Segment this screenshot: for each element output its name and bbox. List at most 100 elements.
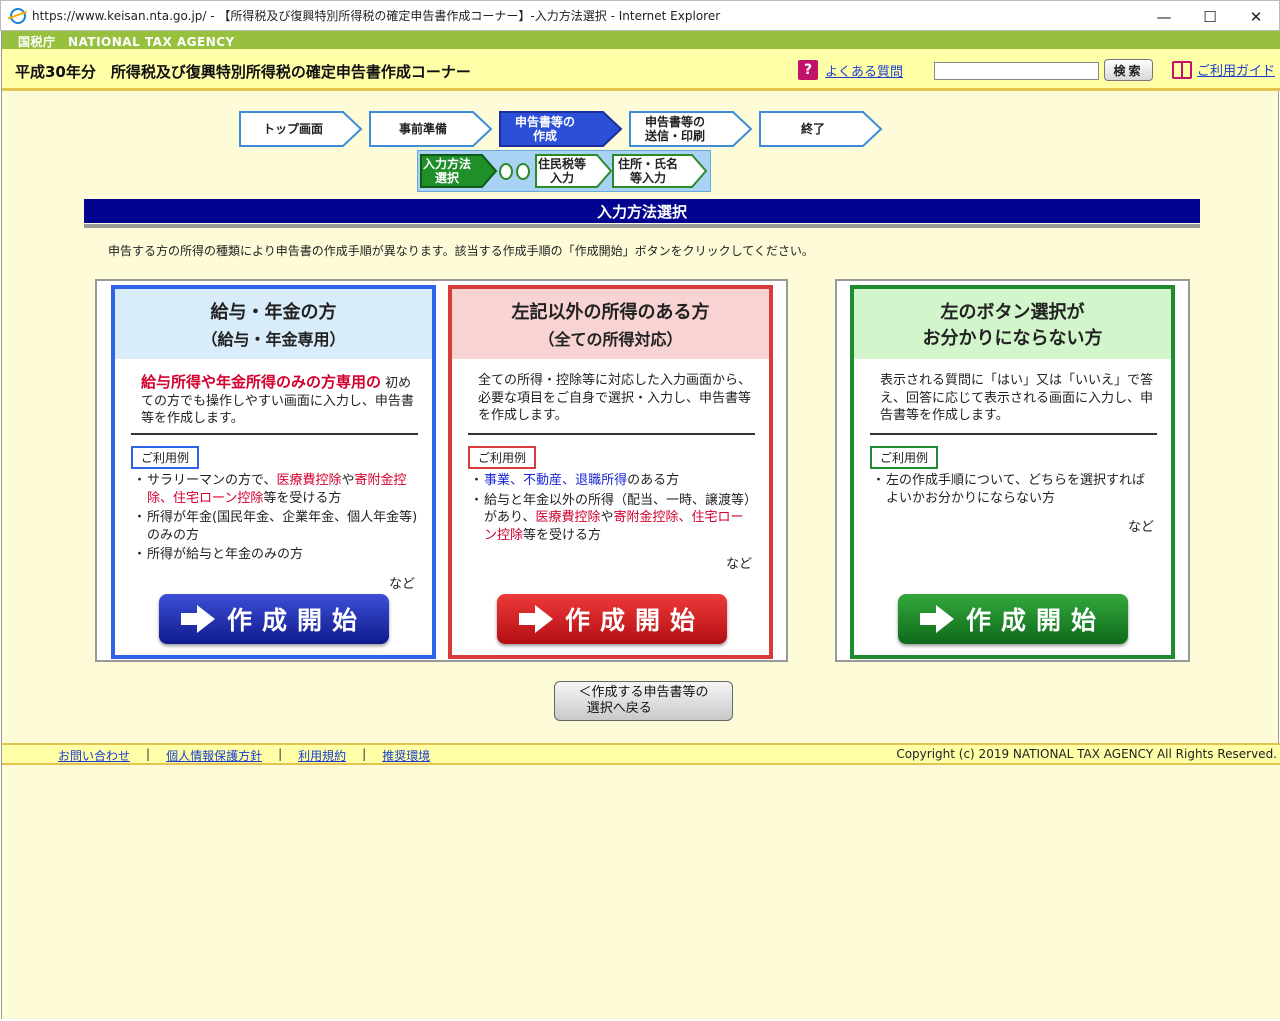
card-other-usage-list: 事業、不動産、退職所得のある方 給与と年金以外の所得（配当、一時、譲渡等）があり… [470,472,755,546]
window-controls: — ☐ ✕ [1141,1,1279,32]
card-unsure-usage-label: ご利用例 [870,446,939,469]
substep-address-label-2: 等入力 [629,171,666,185]
card-other-divider [468,433,755,435]
start-button-salary-label: 作成開始 [226,606,367,635]
window-title: https://www.keisan.nta.go.jp/ - 【所得税及び復興… [32,9,721,23]
start-button-salary[interactable]: 作成開始 [159,594,389,644]
card-unsure-etc: など [1128,520,1155,535]
start-button-unsure-label: 作成開始 [965,606,1106,635]
maximize-button[interactable]: ☐ [1187,1,1233,32]
start-button-unsure[interactable]: 作成開始 [898,594,1128,644]
search-input[interactable] [934,62,1099,80]
search-button[interactable]: 検索 [1104,59,1153,81]
step-prep-label: 事前準備 [398,121,447,136]
step-send-label-1: 申告書等の [644,114,705,129]
back-button-label-1: ＜作成する申告書等の [578,685,709,701]
step-top-label: トップ画面 [262,121,323,136]
card-other-head: 左記以外の所得のある方 （全ての所得対応） [452,289,769,359]
faq-link-group[interactable]: ? よくある質問 [798,60,903,80]
browser-content: 国税庁 NATIONAL TAX AGENCY 平成30年分 所得税及び復興特別… [1,31,1280,1019]
footer-links: お問い合わせ | 個人情報保護方針 | 利用規約 | 推奨環境 [58,747,430,764]
step-create-label-1: 申告書等の [514,114,575,129]
substep-method-label-2: 選択 [434,171,459,185]
substep-dot [516,163,530,180]
start-button-other-label: 作成開始 [564,606,705,635]
substep-resident-label-2: 入力 [549,171,574,185]
substep-resident: 住民税等 入力 [535,154,613,188]
step-send-label-2: 送信・印刷 [644,129,705,143]
step-end-label: 終了 [800,121,825,136]
arrow-right-icon [180,605,217,633]
site-footer: お問い合わせ | 個人情報保護方針 | 利用規約 | 推奨環境 Copyrigh… [2,743,1280,765]
substep-method-current: 入力方法 選択 [420,154,498,188]
card-other-description: 全ての所得・控除等に対応した入力画面から、必要な項目をご自身で選択・入力し、申告… [478,373,752,424]
start-button-other[interactable]: 作成開始 [497,594,727,644]
card-unsure: 左のボタン選択が お分かりにならない方 表示される質問に「はい」又は「いいえ」で… [850,285,1175,659]
card-salary-title: 給与・年金の方 [210,302,337,323]
step-end: 終了 [759,111,883,147]
card-unsure-usage-list: 左の作成手順について、どちらを選択すればよいかお分かりにならない方 [872,472,1157,509]
arrow-right-icon [919,605,956,633]
back-button[interactable]: ＜作成する申告書等の 選択へ戻る [554,681,733,721]
window-titlebar: https://www.keisan.nta.go.jp/ - 【所得税及び復興… [0,0,1280,31]
internet-explorer-icon [10,7,26,24]
list-item: サラリーマンの方で、医療費控除や寄附金控除、住宅ローン控除等を受ける方 [133,472,418,507]
card-other-title: 左記以外の所得のある方 [511,302,710,323]
substep-bar: 入力方法 選択 住民税等 入力 住所・氏名 等入力 [417,150,711,192]
faq-link[interactable]: よくある質問 [825,61,903,80]
guide-link-group[interactable]: ご利用ガイド [1172,60,1275,79]
list-item: 所得が年金(国民年金、企業年金、個人年金等)のみの方 [133,509,418,544]
instruction-text: 申告する方の所得の種類により申告書の作成手順が異なります。該当する作成手順の「作… [108,244,814,258]
minimize-button[interactable]: — [1141,1,1187,32]
substep-address: 住所・氏名 等入力 [612,154,708,188]
page-heading: 平成30年分 所得税及び復興特別所得税の確定申告書作成コーナー [15,63,471,81]
question-mark-icon: ? [798,60,818,80]
step-create-label-2: 作成 [532,129,557,143]
copyright-text: Copyright (c) 2019 NATIONAL TAX AGENCY A… [896,747,1277,761]
substep-dot [499,163,513,180]
book-icon [1172,60,1192,79]
card-unsure-divider [870,433,1157,435]
card-unsure-title: 左のボタン選択が [940,302,1085,323]
card-unsure-head: 左のボタン選択が お分かりにならない方 [854,289,1171,359]
footer-link-terms[interactable]: 利用規約 [298,747,346,764]
footer-separator: | [146,747,151,761]
list-item: 左の作成手順について、どちらを選択すればよいかお分かりにならない方 [872,472,1157,507]
card-other-usage-label: ご利用例 [468,446,537,469]
card-unsure-title-2: お分かりにならない方 [922,328,1103,349]
substep-method-label-1: 入力方法 [422,156,471,171]
footer-separator: | [278,747,283,761]
user-guide-link[interactable]: ご利用ガイド [1197,60,1275,79]
step-create-current: 申告書等の 作成 [499,111,623,147]
site-header: 平成30年分 所得税及び復興特別所得税の確定申告書作成コーナー ? よくある質問… [2,49,1280,91]
section-title: 入力方法選択 [84,199,1200,223]
card-salary-divider [131,433,418,435]
footer-separator: | [362,747,367,761]
card-salary-head: 給与・年金の方 （給与・年金専用） [115,289,432,359]
substep-resident-label-1: 住民税等 [537,156,586,171]
footer-link-environment[interactable]: 推奨環境 [382,747,430,764]
section-title-underline [84,224,1200,228]
card-other-subtitle: （全ての所得対応） [538,330,683,349]
card-salary-usage-list: サラリーマンの方で、医療費控除や寄附金控除、住宅ローン控除等を受ける方 所得が年… [133,472,418,566]
step-top: トップ画面 [239,111,363,147]
arrow-right-icon [518,605,555,633]
footer-link-contact[interactable]: お問い合わせ [58,747,130,764]
page-background [2,765,1280,1019]
card-salary-subtitle: （給与・年金専用） [201,330,346,349]
substep-address-label-1: 住所・氏名 [617,156,678,171]
step-prep: 事前準備 [369,111,493,147]
substep-dots [499,163,530,180]
card-salary-desc-highlight: 給与所得や年金所得のみの方専用の [141,373,382,391]
footer-link-privacy[interactable]: 個人情報保護方針 [166,747,262,764]
step-send: 申告書等の 送信・印刷 [629,111,753,147]
agency-name: 国税庁 NATIONAL TAX AGENCY [18,35,235,49]
back-button-label-2: 選択へ戻る [586,701,652,716]
list-item: 事業、不動産、退職所得のある方 [470,472,755,490]
list-item: 所得が給与と年金のみの方 [133,546,418,564]
card-salary-description: 給与所得や年金所得のみの方専用の 初めての方でも操作しやすい画面に入力し、申告書… [141,372,416,428]
card-salary-usage-label: ご利用例 [131,446,200,469]
close-button[interactable]: ✕ [1233,1,1279,32]
card-other-etc: など [726,557,753,572]
card-salary-etc: など [389,577,416,592]
